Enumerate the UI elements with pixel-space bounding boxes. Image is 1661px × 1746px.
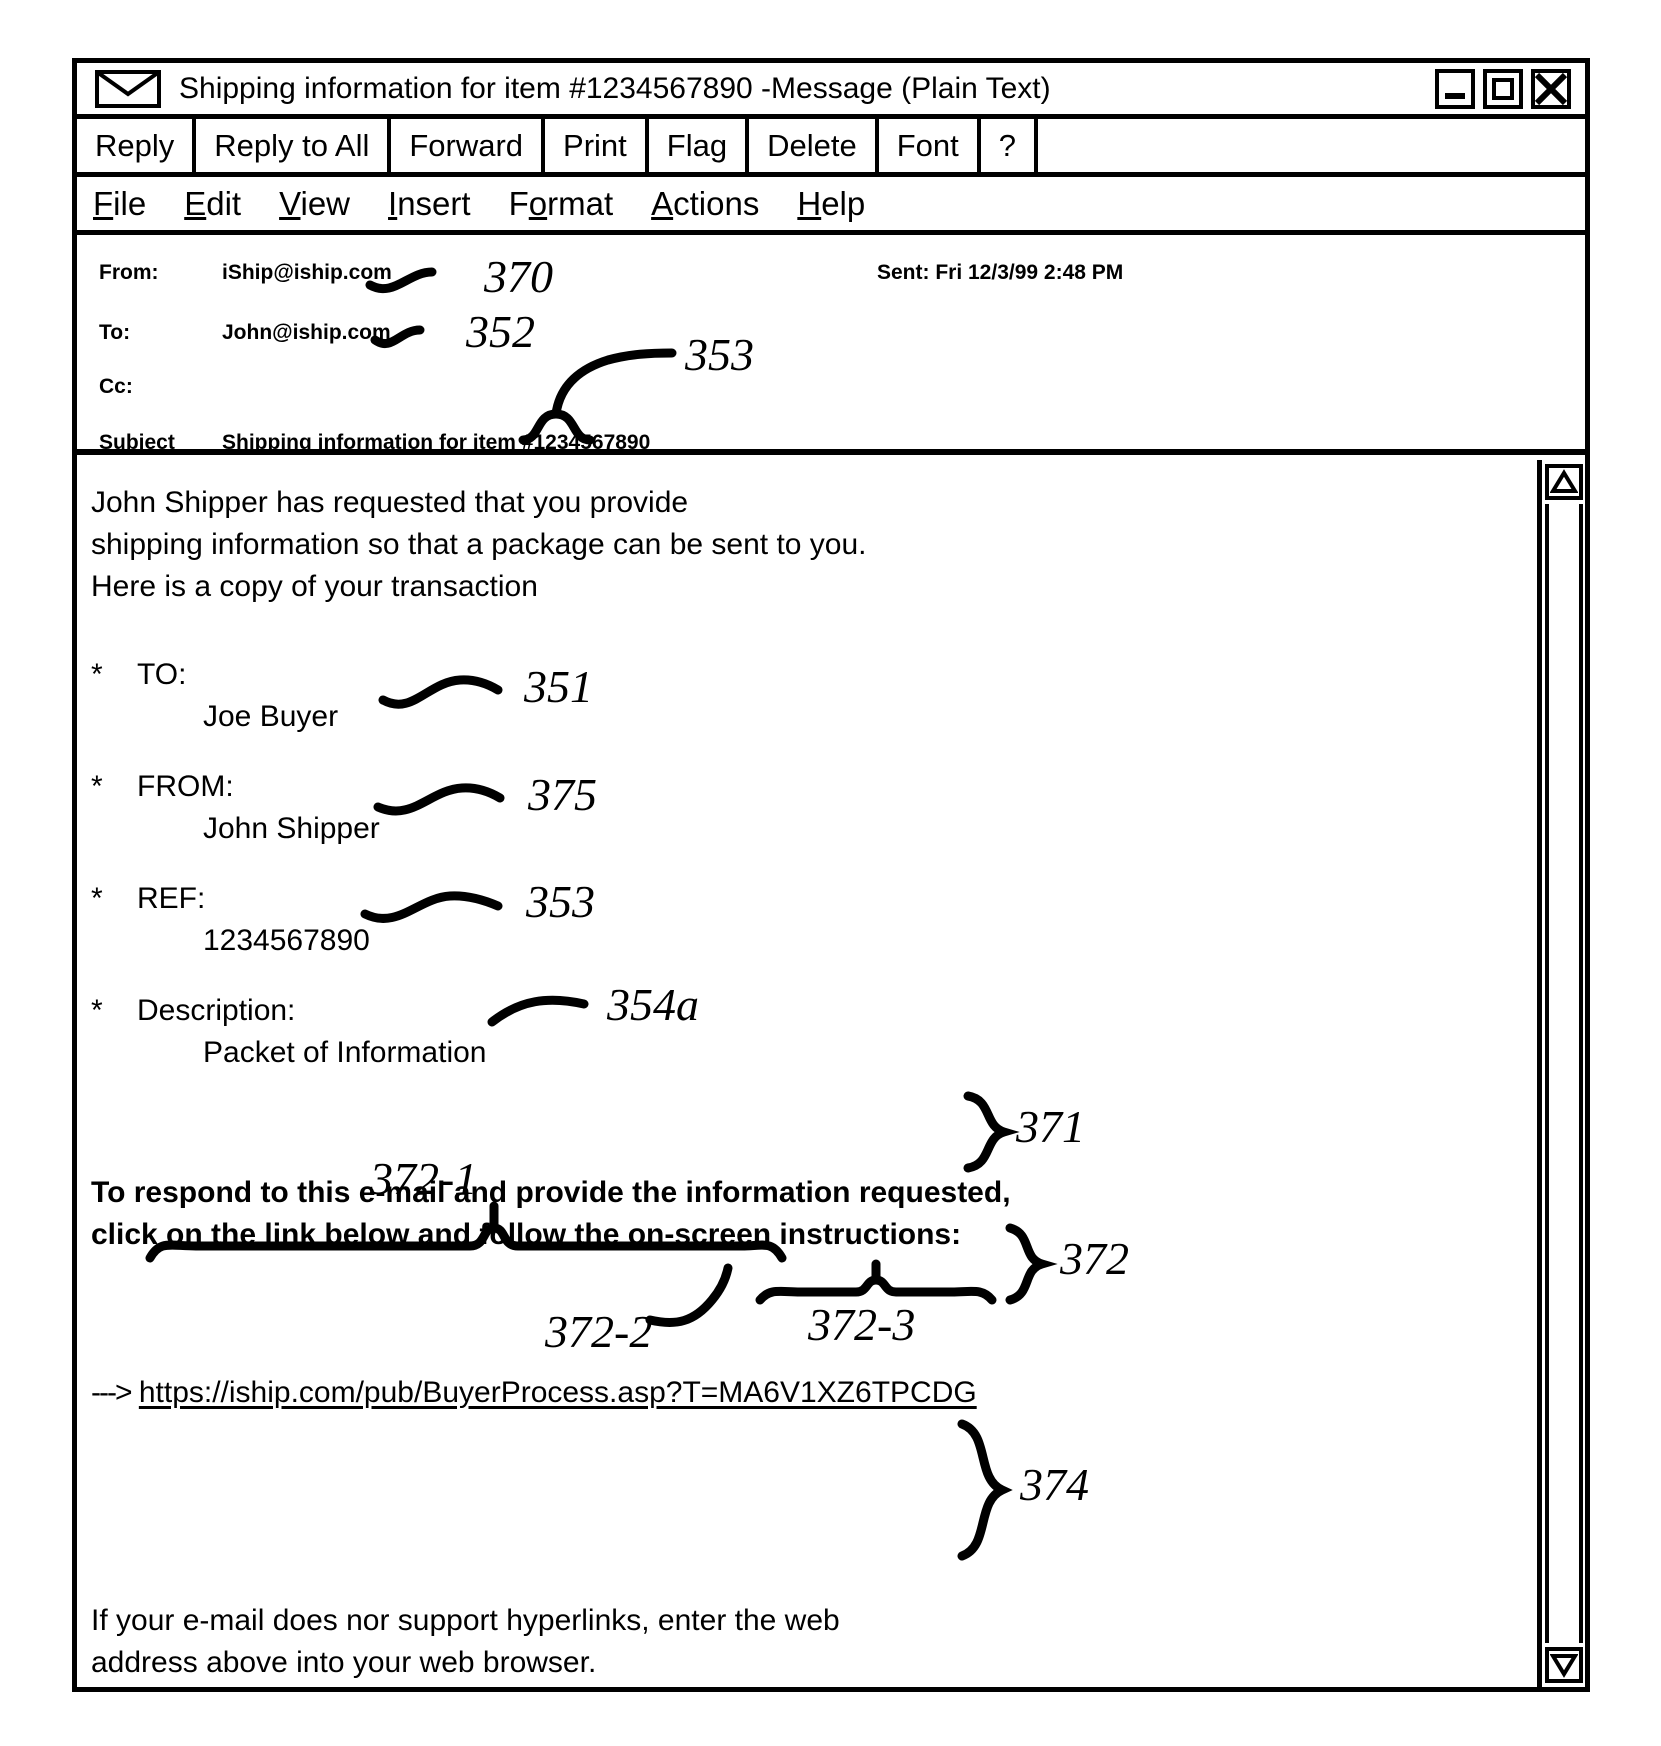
menu-file[interactable]: File (93, 185, 146, 223)
body-description-value: Packet of Information (203, 1036, 487, 1069)
body-to-value: Joe Buyer (203, 700, 339, 733)
menu-actions[interactable]: Actions (651, 185, 759, 223)
url-row: ---> https://iship.com/pub/BuyerProcess.… (91, 1372, 1537, 1414)
message-header-pane: From: iShip@iship.com Sent: Fri 12/3/99 … (77, 235, 1585, 455)
header-row-from: From: iShip@iship.com Sent: Fri 12/3/99 … (77, 261, 1585, 301)
scrollbar-track[interactable] (1545, 504, 1583, 1643)
font-button[interactable]: Font (878, 119, 981, 172)
bullet-star: * (91, 658, 103, 691)
title-bar: Shipping information for item #123456789… (77, 63, 1585, 119)
header-row-to: To: John@iship.com (77, 321, 1585, 361)
help-button[interactable]: ? (980, 119, 1038, 172)
respond-line-2: click on the link below and follow the o… (91, 1218, 962, 1251)
body-description-label: Description: (137, 994, 296, 1027)
subject-label: Subject (99, 431, 175, 454)
intro-line-3: Here is a copy of your transaction (91, 570, 538, 603)
menu-format[interactable]: Format (509, 185, 614, 223)
envelope-icon (95, 69, 161, 108)
from-value: iShip@iship.com (222, 261, 392, 284)
body-ref-label: REF: (137, 882, 206, 915)
print-button[interactable]: Print (545, 119, 649, 172)
to-value: John@iship.com (222, 321, 391, 344)
body-from-label: FROM: (137, 770, 234, 803)
delete-button[interactable]: Delete (749, 119, 879, 172)
respond-line-1: To respond to this e-mail and provide th… (91, 1176, 1011, 1209)
message-window: Shipping information for item #123456789… (72, 58, 1590, 1692)
menu-bar: File Edit View Insert Format Actions Hel… (77, 177, 1585, 235)
menu-view[interactable]: View (279, 185, 350, 223)
flag-button[interactable]: Flag (648, 119, 750, 172)
menu-edit[interactable]: Edit (184, 185, 241, 223)
window-title: Shipping information for item #123456789… (179, 71, 1051, 105)
body-ref-value: 1234567890 (203, 924, 370, 957)
sent-value: Sent: Fri 12/3/99 2:48 PM (877, 261, 1124, 284)
to-field-label-row: * TO: (91, 654, 1537, 696)
bullet-star: * (91, 994, 103, 1027)
scroll-up-arrow-icon[interactable] (1545, 464, 1583, 500)
scroll-down-arrow-icon[interactable] (1545, 1647, 1583, 1683)
from-label: From: (99, 261, 159, 284)
bullet-star: * (91, 882, 103, 915)
bullet-star: * (91, 770, 103, 803)
body-from-value: John Shipper (203, 812, 380, 845)
from-field-label-row: * FROM: (91, 766, 1537, 808)
url-arrow-marker: ---> (91, 1376, 132, 1409)
menu-help[interactable]: Help (797, 185, 865, 223)
ref-field-label-row: * REF: (91, 878, 1537, 920)
vertical-scrollbar[interactable] (1537, 460, 1585, 1687)
forward-button[interactable]: Forward (391, 119, 546, 172)
toolbar: Reply Reply to All Forward Print Flag De… (77, 119, 1585, 177)
reply-to-all-button[interactable]: Reply to All (196, 119, 392, 172)
buyer-process-link[interactable]: https://iship.com/pub/BuyerProcess.asp?T… (139, 1376, 977, 1409)
maximize-button[interactable] (1483, 68, 1523, 109)
toolbar-empty-area (1038, 119, 1585, 172)
to-label: To: (99, 321, 131, 344)
fallback-line-1: If your e-mail does nor support hyperlin… (91, 1604, 840, 1637)
intro-line-2: shipping information so that a package c… (91, 528, 867, 561)
close-button[interactable] (1531, 68, 1571, 109)
subject-value: Shipping information for item #123456789… (222, 431, 651, 454)
reply-button[interactable]: Reply (77, 119, 197, 172)
header-row-cc: Cc: (77, 375, 1585, 415)
message-body-pane: John Shipper has requested that you prov… (77, 460, 1585, 1687)
menu-insert[interactable]: Insert (388, 185, 471, 223)
message-body-text: John Shipper has requested that you prov… (77, 460, 1537, 1687)
cc-label: Cc: (99, 375, 133, 398)
body-to-label: TO: (137, 658, 187, 691)
fallback-line-2: address above into your web browser. (91, 1646, 597, 1679)
description-field-label-row: * Description: (91, 990, 1537, 1032)
minimize-button[interactable] (1435, 68, 1475, 109)
intro-line-1: John Shipper has requested that you prov… (91, 486, 689, 519)
